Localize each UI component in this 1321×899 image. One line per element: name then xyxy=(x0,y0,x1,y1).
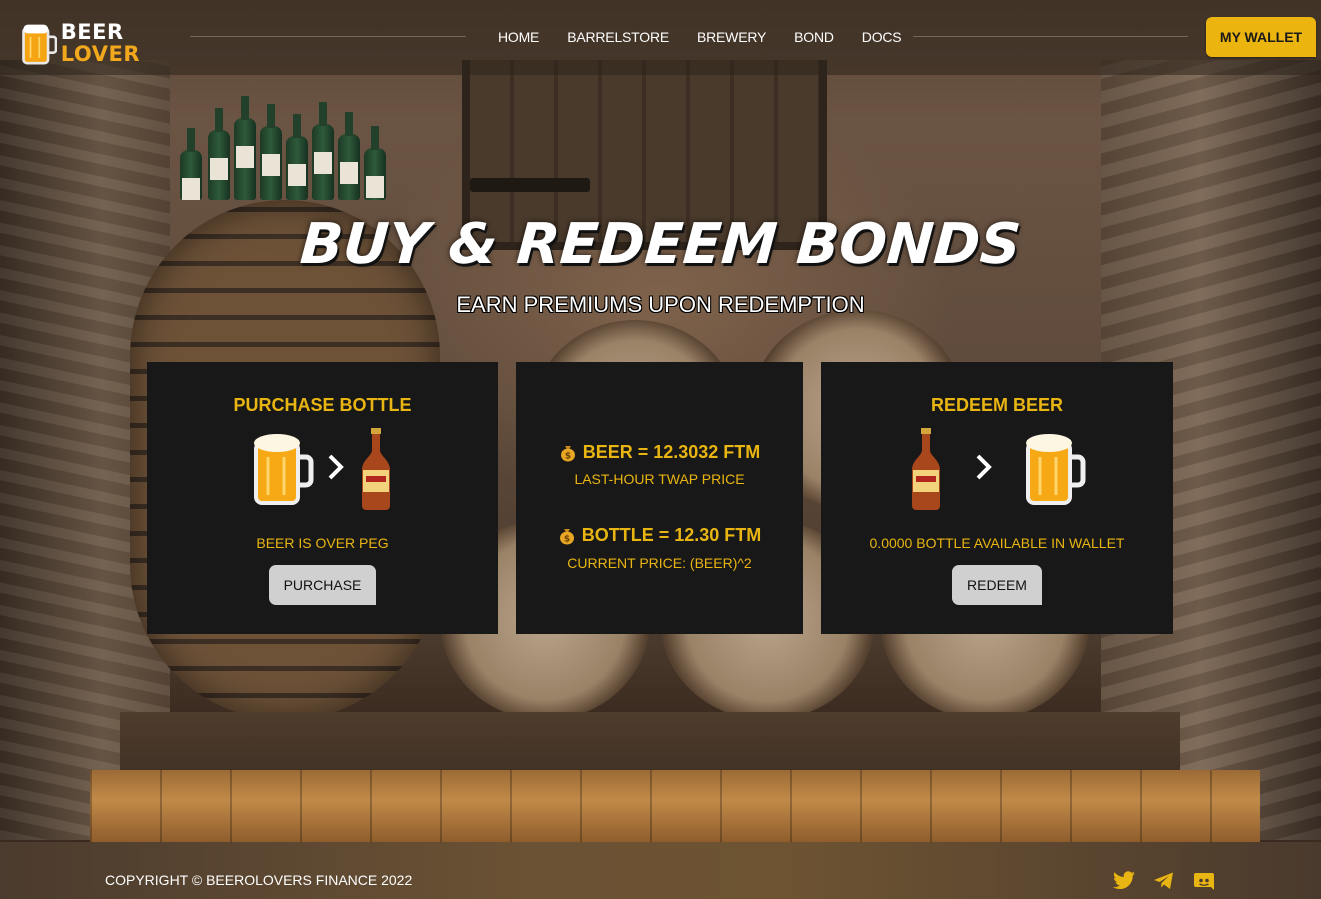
bottle-price-caption: CURRENT PRICE: (BEER)^2 xyxy=(567,555,752,571)
purchase-card-title: PURCHASE BOTTLE xyxy=(233,395,412,415)
redeem-token-flow xyxy=(821,426,1173,512)
social-links xyxy=(1112,870,1232,892)
bottle-price: BOTTLE = 12.30 FTM xyxy=(581,525,762,545)
twitter-icon[interactable] xyxy=(1112,870,1136,892)
top-navbar: BEER LOVER HOME BARRELSTORE BREWERY BOND… xyxy=(0,0,1321,75)
beer-mug-icon xyxy=(253,434,313,505)
purchase-button[interactable]: PURCHASE xyxy=(269,565,376,605)
purchase-bottle-card: PURCHASE BOTTLE BEER IS OVER PEG PURCHAS… xyxy=(147,362,498,634)
beer-price-caption: LAST-HOUR TWAP PRICE xyxy=(574,471,745,487)
discord-icon[interactable] xyxy=(1192,870,1216,892)
nav-barrelstore[interactable]: BARRELSTORE xyxy=(553,26,683,48)
nav-divider-right xyxy=(913,36,1188,37)
money-bag-icon: $ xyxy=(559,528,574,544)
nav-bond[interactable]: BOND xyxy=(780,26,848,48)
page-title: BUY & REDEEM BONDS xyxy=(298,212,1023,277)
page-subtitle: EARN PREMIUMS UPON REDEMPTION xyxy=(456,292,865,317)
nav-home[interactable]: HOME xyxy=(484,26,553,48)
svg-text:$: $ xyxy=(565,451,571,461)
telegram-icon[interactable] xyxy=(1152,870,1176,892)
purchase-token-flow xyxy=(147,426,498,512)
chevron-right-icon xyxy=(964,452,1004,487)
nav-docs[interactable]: DOCS xyxy=(848,26,916,48)
my-wallet-button[interactable]: MY WALLET xyxy=(1206,17,1316,57)
money-bag-icon: $ xyxy=(560,445,575,461)
brand-line2: LOVER xyxy=(60,42,140,66)
chevron-right-icon xyxy=(316,452,356,487)
nav-divider-left xyxy=(190,36,466,37)
brand-line1: BEER xyxy=(60,20,124,44)
beer-bottle-icon xyxy=(912,428,940,510)
main-nav: HOME BARRELSTORE BREWERY BOND DOCS xyxy=(484,26,915,48)
beer-mug-icon xyxy=(1026,434,1086,505)
bottle-balance: 0.0000 BOTTLE AVAILABLE IN WALLET xyxy=(869,535,1125,551)
brand-wordmark: BEER LOVER xyxy=(61,21,140,65)
peg-status: BEER IS OVER PEG xyxy=(256,535,389,551)
redeem-beer-card: REDEEM BEER 0.0000 BOTTLE AVAILABLE IN W… xyxy=(821,362,1173,634)
beer-bottle-icon xyxy=(361,428,390,510)
door-hinge xyxy=(470,178,590,192)
brand-logo[interactable]: BEER LOVER xyxy=(20,14,140,72)
redeem-button[interactable]: REDEEM xyxy=(952,565,1042,605)
copyright-text: COPYRIGHT © BEEROLOVERS FINANCE 2022 xyxy=(105,872,413,888)
wood-floor xyxy=(90,770,1260,845)
beer-mug-logo-icon xyxy=(22,24,57,65)
bottle-price-row: $ BOTTLE = 12.30 FTM xyxy=(516,525,803,546)
bottles-on-barrel xyxy=(180,96,390,200)
nav-brewery[interactable]: BREWERY xyxy=(683,26,780,48)
svg-text:$: $ xyxy=(564,534,570,544)
beer-price: BEER = 12.3032 FTM xyxy=(582,442,761,462)
beer-price-row: $ BEER = 12.3032 FTM xyxy=(516,442,803,463)
redeem-card-title: REDEEM BEER xyxy=(930,395,1064,415)
price-info-card: $ BEER = 12.3032 FTM LAST-HOUR TWAP PRIC… xyxy=(516,362,803,634)
